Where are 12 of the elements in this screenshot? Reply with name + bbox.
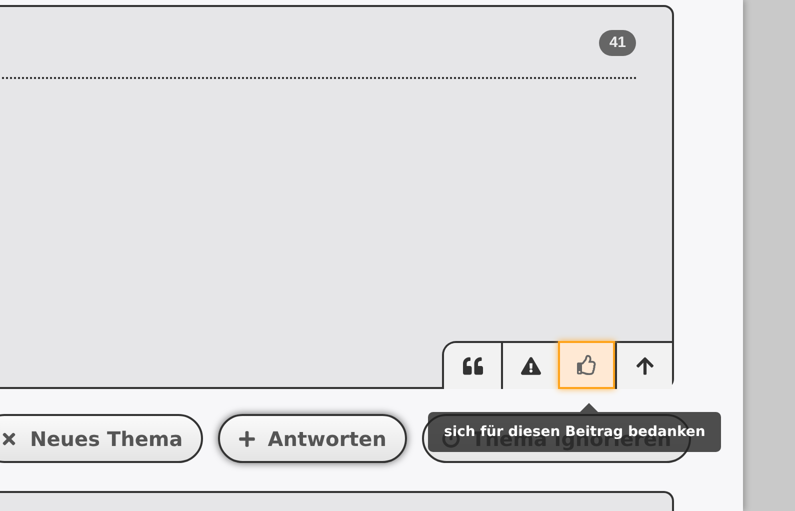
post-action-button[interactable]: [615, 343, 672, 390]
post-action-button[interactable]: [558, 341, 615, 390]
post-action-button[interactable]: [444, 343, 501, 390]
action-button[interactable]: Neues Thema: [0, 414, 203, 464]
warning-icon: [520, 356, 540, 376]
plus-icon: [238, 430, 256, 448]
thumbs-up-icon: [576, 355, 596, 376]
quote-icon: [462, 356, 482, 376]
reply-count: 41: [599, 30, 636, 56]
action-button[interactable]: Antworten: [218, 414, 406, 464]
arrow-up-icon: [634, 356, 654, 376]
post-action-button[interactable]: [501, 343, 558, 390]
